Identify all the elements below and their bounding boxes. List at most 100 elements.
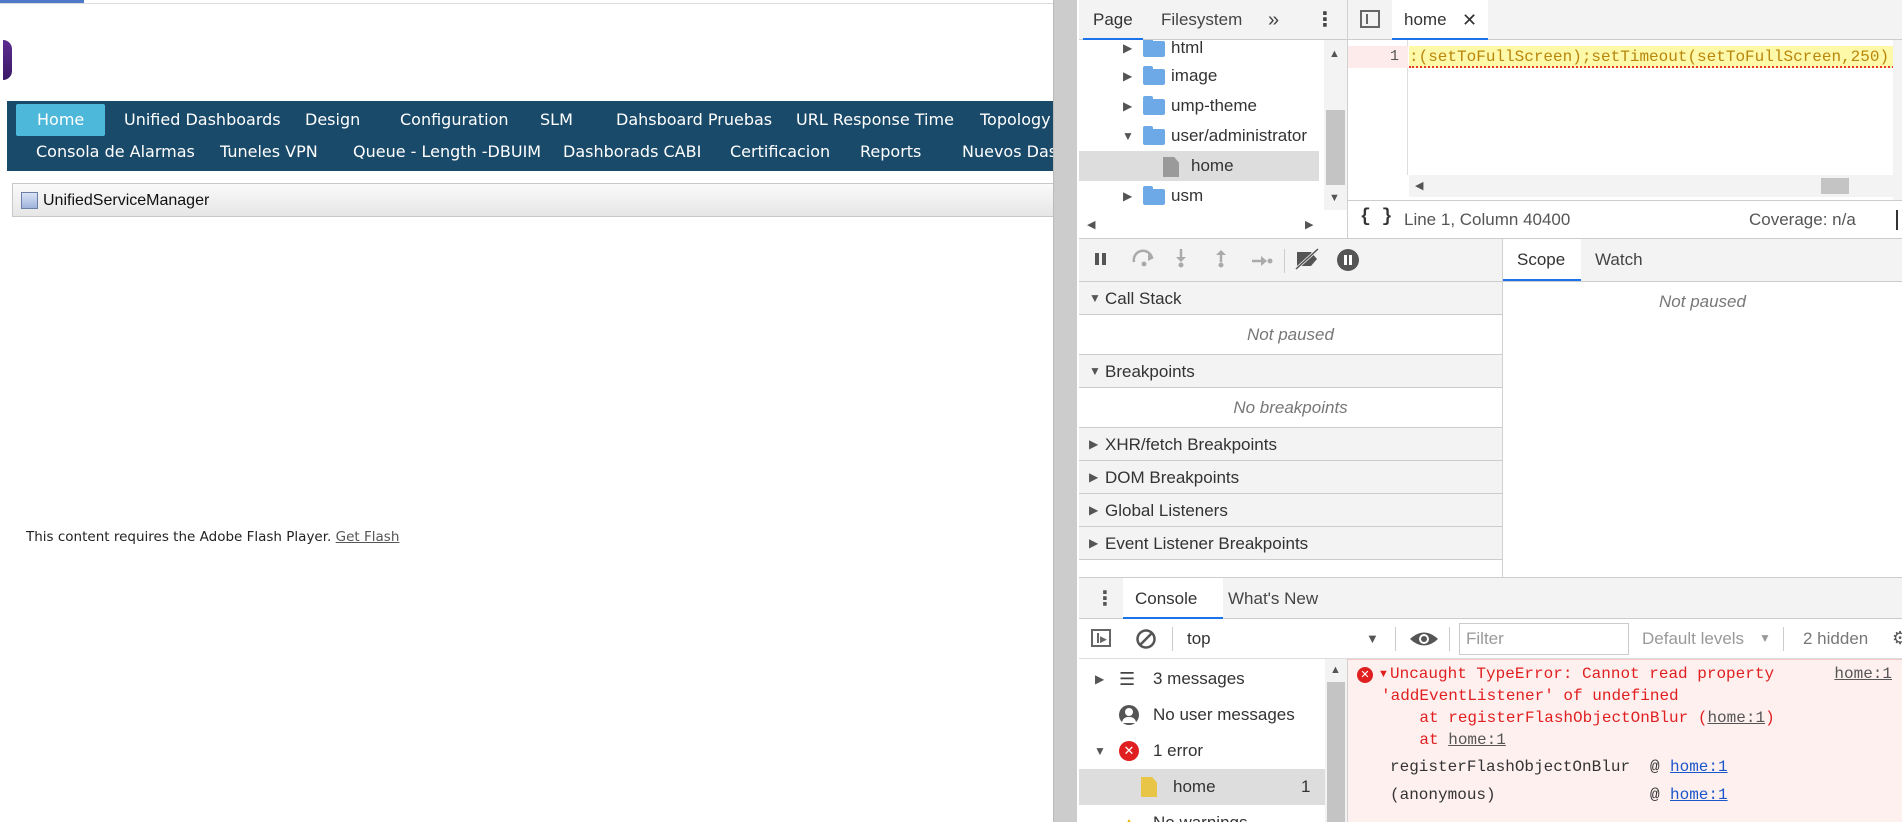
deactivate-breakpoints-icon[interactable]: [1293, 247, 1321, 276]
step-over-icon[interactable]: [1131, 249, 1157, 273]
navigator-menu-icon[interactable]: ⋮: [1315, 0, 1335, 40]
step-out-icon[interactable]: [1213, 248, 1229, 274]
nav-item-tuneles-vpn[interactable]: Tuneles VPN: [220, 136, 318, 168]
scroll-down-icon[interactable]: ▼: [1329, 192, 1340, 204]
tree-item-image[interactable]: ▶ image: [1079, 61, 1319, 91]
pane-title: Global Listeners: [1105, 501, 1228, 520]
scroll-up-icon[interactable]: ▲: [1330, 664, 1341, 676]
console-sidebar: ▶ ☰ 3 messages No user messages ▼ ✕ 1 er…: [1079, 659, 1347, 822]
step-icon[interactable]: [1251, 251, 1273, 274]
line-number: 1: [1389, 48, 1399, 65]
expand-arrow-icon[interactable]: ▶: [1123, 91, 1132, 121]
expand-arrow-icon: ▶: [1089, 503, 1099, 517]
nav-item-reports[interactable]: Reports: [860, 136, 921, 168]
scroll-up-icon[interactable]: ▲: [1329, 48, 1340, 60]
pretty-print-button[interactable]: { }: [1360, 207, 1392, 227]
tree-item-user-administrator[interactable]: ▼ user/administrator: [1079, 121, 1319, 151]
nav-item-unified-dashboards[interactable]: Unified Dashboards: [124, 104, 281, 136]
nav-item-url-response-time[interactable]: URL Response Time: [796, 104, 954, 136]
tab-whats-new[interactable]: What's New: [1228, 578, 1318, 619]
tree-item-ump-theme[interactable]: ▶ ump-theme: [1079, 91, 1319, 121]
step-into-icon[interactable]: [1173, 248, 1189, 274]
get-flash-link[interactable]: Get Flash: [336, 529, 400, 545]
error-icon: ✕: [1119, 741, 1139, 761]
tab-watch[interactable]: Watch: [1595, 239, 1643, 281]
nav-item-home[interactable]: Home: [16, 104, 106, 136]
divider: [1284, 249, 1285, 273]
sidebar-item-user-messages[interactable]: No user messages: [1079, 697, 1325, 733]
window-splitter[interactable]: [1053, 0, 1077, 822]
toggle-sidebar-icon[interactable]: ▶: [1091, 629, 1111, 647]
chevron-down-icon[interactable]: ▼: [1366, 631, 1379, 646]
tree-item-usm[interactable]: ▶ usm: [1079, 181, 1319, 211]
drawer-menu-icon[interactable]: ⋮: [1095, 586, 1115, 611]
expand-arrow-icon[interactable]: ▶: [1123, 61, 1132, 91]
editor-h-scrollbar[interactable]: ◀: [1409, 175, 1902, 197]
nav-item-configuration[interactable]: Configuration: [400, 104, 509, 136]
sidebar-label: No warnings: [1153, 805, 1248, 822]
sidebar-item-errors[interactable]: ▼ ✕ 1 error: [1079, 733, 1325, 769]
tab-filesystem[interactable]: Filesystem: [1161, 0, 1242, 40]
sidebar-item-warnings[interactable]: No warnings: [1079, 805, 1325, 822]
sidebar-scroll-thumb[interactable]: [1327, 682, 1345, 822]
tab-console[interactable]: Console: [1123, 578, 1223, 619]
nav-item-consola-alarmas[interactable]: Consola de Alarmas: [36, 136, 195, 168]
pause-icon[interactable]: [1093, 250, 1109, 273]
stack-link[interactable]: home:1: [1448, 731, 1506, 749]
call-stack-header[interactable]: ▼ Call Stack: [1079, 282, 1502, 315]
expand-arrow-icon[interactable]: ▶: [1123, 181, 1132, 211]
tree-item-home[interactable]: home: [1079, 151, 1319, 181]
nav-item-certificacion[interactable]: Certificacion: [730, 136, 830, 168]
log-levels-dropdown[interactable]: Default levels: [1642, 629, 1744, 649]
context-selector-value[interactable]: top: [1187, 629, 1211, 649]
nav-item-slm[interactable]: SLM: [540, 104, 573, 136]
sidebar-item-messages[interactable]: ▶ ☰ 3 messages: [1079, 661, 1325, 697]
toggle-navigator-icon[interactable]: [1360, 10, 1380, 28]
more-tabs-icon[interactable]: »: [1268, 0, 1279, 40]
tab-page[interactable]: Page: [1083, 0, 1143, 40]
trace-link[interactable]: home:1: [1670, 758, 1728, 776]
pause-on-exceptions-icon[interactable]: [1336, 248, 1360, 278]
global-listeners-header[interactable]: ▶ Global Listeners: [1079, 494, 1502, 527]
event-listener-breakpoints-header[interactable]: ▶ Event Listener Breakpoints: [1079, 527, 1502, 560]
eye-icon[interactable]: [1409, 629, 1439, 654]
user-icon: [1119, 705, 1139, 725]
tree-scroll-thumb[interactable]: [1326, 110, 1345, 185]
source-link[interactable]: home:1: [1834, 665, 1892, 683]
nav-item-dashboard-pruebas[interactable]: Dahsboard Pruebas: [616, 104, 772, 136]
divider: [1896, 210, 1898, 230]
sidebar-item-home[interactable]: home 1: [1079, 769, 1325, 805]
clear-console-icon[interactable]: [1135, 628, 1157, 655]
collapse-arrow-icon[interactable]: ▼: [1122, 121, 1134, 151]
scroll-left-icon[interactable]: ◀: [1415, 179, 1423, 192]
error-message[interactable]: ✕ ▼ Uncaught TypeError: Cannot read prop…: [1348, 659, 1902, 822]
code-line[interactable]: :(setToFullScreen);setTimeout(setToFullS…: [1409, 46, 1902, 68]
console-messages: ✕ ▼ Uncaught TypeError: Cannot read prop…: [1348, 659, 1902, 822]
xhr-breakpoints-header[interactable]: ▶ XHR/fetch Breakpoints: [1079, 428, 1502, 461]
filter-input[interactable]: Filter: [1459, 623, 1629, 655]
nav-item-dashborads-cabi[interactable]: Dashborads CABI: [563, 136, 701, 168]
dom-breakpoints-header[interactable]: ▶ DOM Breakpoints: [1079, 461, 1502, 494]
tab-scope[interactable]: Scope: [1503, 239, 1581, 281]
trace-link[interactable]: home:1: [1670, 786, 1728, 804]
expand-arrow-icon: ▶: [1089, 437, 1099, 451]
stack-link[interactable]: home:1: [1707, 709, 1765, 727]
nav-item-queue-length[interactable]: Queue - Length -DBUIM: [353, 136, 541, 168]
message-count: 1: [1301, 777, 1311, 796]
editor-tab-home[interactable]: home ✕: [1392, 0, 1488, 40]
nav-item-design[interactable]: Design: [305, 104, 360, 136]
close-tab-icon[interactable]: ✕: [1462, 0, 1477, 40]
gear-icon[interactable]: ⚙: [1892, 628, 1902, 649]
nav-item-nuevos-dash[interactable]: Nuevos Dash: [962, 136, 1053, 168]
scroll-right-icon[interactable]: ▶: [1305, 218, 1313, 231]
collapse-arrow-icon[interactable]: ▼: [1378, 668, 1389, 680]
nav-item-topology[interactable]: Topology: [980, 104, 1051, 136]
scroll-left-icon[interactable]: ◀: [1087, 218, 1095, 231]
expand-arrow-icon[interactable]: ▶: [1123, 40, 1132, 63]
code-editor[interactable]: 1 :(setToFullScreen);setTimeout(setToFul…: [1348, 40, 1902, 200]
filter-placeholder: Filter: [1466, 629, 1504, 648]
breakpoints-header[interactable]: ▼ Breakpoints: [1079, 355, 1502, 388]
editor-v-scrollbar[interactable]: [1893, 40, 1902, 200]
editor-scroll-thumb[interactable]: [1821, 178, 1849, 194]
tree-item-html[interactable]: ▶ html: [1079, 40, 1319, 63]
